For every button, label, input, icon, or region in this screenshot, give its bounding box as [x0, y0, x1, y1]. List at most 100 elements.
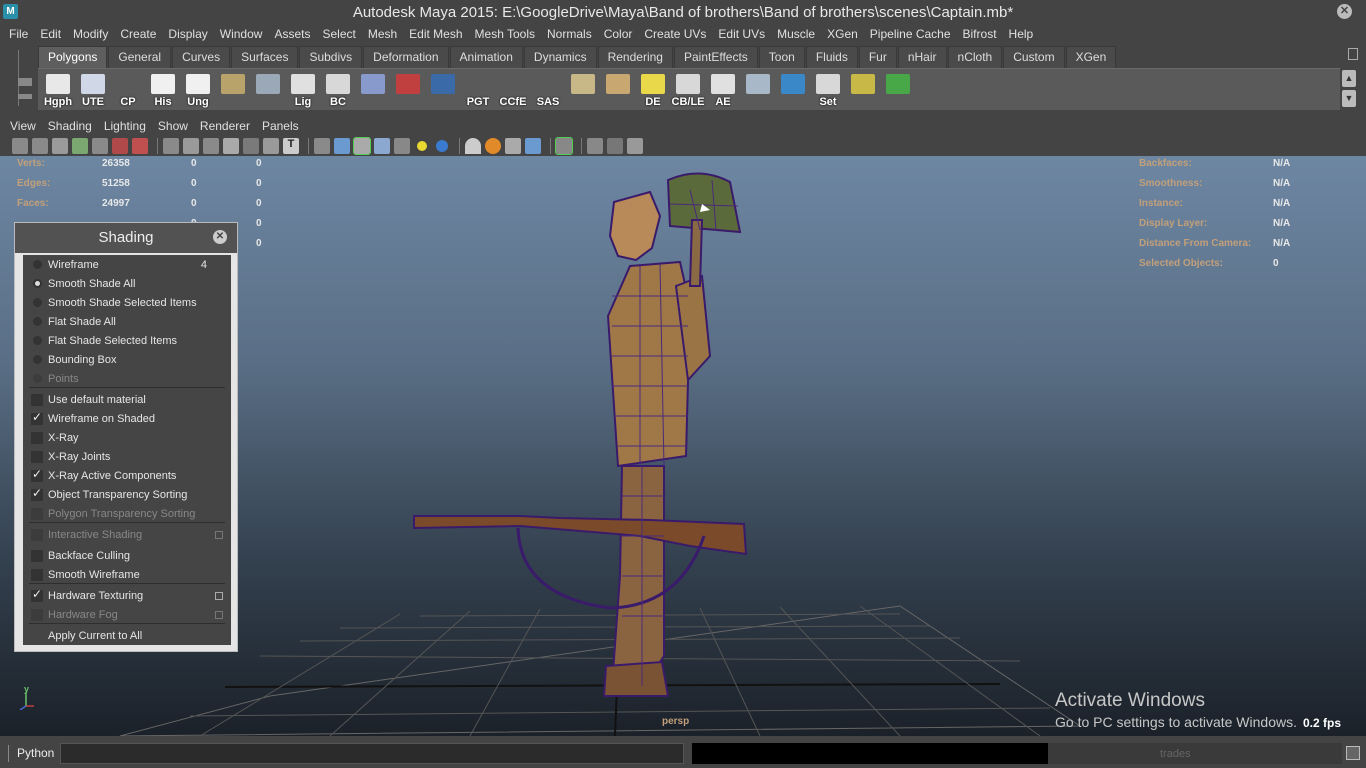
- shelf-button-sas[interactable]: SAS: [532, 72, 564, 108]
- checkbox[interactable]: [31, 568, 43, 581]
- shading-option-x-ray-active-components[interactable]: X-Ray Active Components: [23, 466, 231, 485]
- shelf-button-camera[interactable]: [392, 72, 424, 108]
- menu-pipeline-cache[interactable]: Pipeline Cache: [864, 27, 957, 41]
- shelf-tab-polygons[interactable]: Polygons: [38, 46, 108, 68]
- grid-icon[interactable]: [163, 137, 179, 154]
- shelf-options-arrow-icon[interactable]: [18, 94, 32, 102]
- menu-select[interactable]: Select: [316, 27, 361, 41]
- panel-menu-view[interactable]: View: [4, 119, 42, 133]
- menu-color[interactable]: Color: [598, 27, 639, 41]
- shading-option-smooth-shade-all[interactable]: Smooth Shade All: [23, 274, 231, 293]
- shelf-button-de[interactable]: DE: [637, 72, 669, 108]
- gate-mask-icon[interactable]: [223, 137, 239, 154]
- shelf-button-uv-grid[interactable]: [602, 72, 634, 108]
- shelf-button-uv[interactable]: [567, 72, 599, 108]
- close-shading-window-icon[interactable]: ✕: [213, 230, 227, 244]
- shelf-tab-dynamics[interactable]: Dynamics: [523, 46, 597, 68]
- pencil-icon[interactable]: [132, 137, 148, 154]
- command-language-toggle[interactable]: Python: [8, 745, 56, 762]
- shelf-tab-toon[interactable]: Toon: [758, 46, 805, 68]
- shelf-tab-painteffects[interactable]: PaintEffects: [673, 46, 758, 68]
- shelf-button-spotlight[interactable]: [742, 72, 774, 108]
- shading-option-flat-shade-all[interactable]: Flat Shade All: [23, 312, 231, 331]
- radio-button[interactable]: [33, 336, 42, 345]
- panel-menu-lighting[interactable]: Lighting: [98, 119, 152, 133]
- shelf-menu-button[interactable]: [18, 78, 32, 86]
- shading-option-object-transparency-sorting[interactable]: Object Transparency Sorting: [23, 485, 231, 504]
- multisample-aa-icon[interactable]: [505, 137, 521, 154]
- shadows-icon[interactable]: [436, 139, 448, 152]
- shelf-button-globe[interactable]: [252, 72, 284, 108]
- checkbox[interactable]: [31, 450, 43, 463]
- shelf-button-lig[interactable]: Lig: [287, 72, 319, 108]
- menu-display[interactable]: Display: [162, 27, 213, 41]
- shelf-tab-fluids[interactable]: Fluids: [805, 46, 858, 68]
- shelf-tab-xgen[interactable]: XGen: [1065, 46, 1117, 68]
- menu-assets[interactable]: Assets: [268, 27, 316, 41]
- shelf-button-ccfe[interactable]: CCfE: [497, 72, 529, 108]
- shelf-scroll-up-button[interactable]: ▲: [1342, 70, 1356, 87]
- shading-option-flat-shade-selected-items[interactable]: Flat Shade Selected Items: [23, 331, 231, 350]
- shelf-tab-fur[interactable]: Fur: [858, 46, 897, 68]
- menu-modify[interactable]: Modify: [67, 27, 114, 41]
- safe-action-icon[interactable]: [263, 137, 279, 154]
- panel-menu-panels[interactable]: Panels: [256, 119, 305, 133]
- smooth-shade-icon[interactable]: [334, 137, 350, 154]
- shelf-tab-ncloth[interactable]: nCloth: [947, 46, 1003, 68]
- shelf-button-ung[interactable]: Ung: [182, 72, 214, 108]
- image-plane-icon[interactable]: [72, 137, 88, 154]
- shelf-button-hgph[interactable]: Hgph: [42, 72, 74, 108]
- screen-space-ao-icon[interactable]: [465, 137, 481, 154]
- menu-mesh-tools[interactable]: Mesh Tools: [469, 27, 541, 41]
- shading-option-bounding-box[interactable]: Bounding Box: [23, 350, 231, 369]
- radio-button[interactable]: [33, 279, 42, 288]
- xray-joints-icon[interactable]: [627, 137, 643, 154]
- panel-menu-shading[interactable]: Shading: [42, 119, 98, 133]
- shelf-button-set[interactable]: Set: [812, 72, 844, 108]
- shelf-button-cp[interactable]: CP: [112, 72, 144, 108]
- resolution-gate-icon[interactable]: [203, 137, 219, 154]
- shelf-tab-curves[interactable]: Curves: [172, 46, 231, 68]
- shelf-button-book[interactable]: [217, 72, 249, 108]
- menu-help[interactable]: Help: [1003, 27, 1040, 41]
- film-gate-icon[interactable]: [183, 137, 199, 154]
- radio-button[interactable]: [33, 355, 42, 364]
- panel-menu-renderer[interactable]: Renderer: [194, 119, 256, 133]
- depth-of-field-icon[interactable]: [525, 137, 541, 154]
- menu-xgen[interactable]: XGen: [821, 27, 864, 41]
- menu-window[interactable]: Window: [214, 27, 269, 41]
- isolate-select-icon[interactable]: [555, 136, 573, 155]
- menu-edit[interactable]: Edit: [34, 27, 67, 41]
- shelf-button-ae[interactable]: AE: [707, 72, 739, 108]
- shelf-tab-animation[interactable]: Animation: [449, 46, 523, 68]
- checkbox[interactable]: [31, 549, 43, 562]
- shelf-tab-custom[interactable]: Custom: [1003, 46, 1065, 68]
- checkbox[interactable]: [31, 410, 43, 425]
- radio-button[interactable]: [33, 317, 42, 326]
- grease-pencil-icon[interactable]: [112, 137, 128, 154]
- shelf-button-target-color[interactable]: [882, 72, 914, 108]
- shading-option-apply-current-to-all[interactable]: Apply Current to All: [23, 626, 231, 645]
- shelf-scroll-down-button[interactable]: ▼: [1342, 90, 1356, 107]
- textured-icon[interactable]: [394, 137, 410, 154]
- shelf-tab-rendering[interactable]: Rendering: [597, 46, 673, 68]
- shading-option-use-default-material[interactable]: Use default material: [23, 390, 231, 409]
- checkbox[interactable]: [31, 467, 43, 482]
- shading-option-wireframe[interactable]: Wireframe 4: [23, 255, 231, 274]
- shelf-tab-general[interactable]: General: [108, 46, 172, 68]
- shading-option-x-ray[interactable]: X-Ray: [23, 428, 231, 447]
- radio-button[interactable]: [33, 298, 42, 307]
- checkbox[interactable]: [31, 486, 43, 501]
- camera-attributes-icon[interactable]: [32, 137, 48, 154]
- radio-button[interactable]: [33, 260, 42, 269]
- checkbox[interactable]: [31, 587, 43, 602]
- panel-menu-show[interactable]: Show: [152, 119, 194, 133]
- xray-active-components-icon[interactable]: [607, 137, 623, 154]
- select-camera-icon[interactable]: [12, 137, 28, 154]
- two-d-pan-zoom-icon[interactable]: [92, 137, 108, 154]
- script-editor-icon[interactable]: [1346, 746, 1360, 760]
- menu-edit-uvs[interactable]: Edit UVs: [712, 27, 771, 41]
- shading-option-x-ray-joints[interactable]: X-Ray Joints: [23, 447, 231, 466]
- shading-window-header[interactable]: Shading ✕: [15, 223, 237, 253]
- menu-edit-mesh[interactable]: Edit Mesh: [403, 27, 468, 41]
